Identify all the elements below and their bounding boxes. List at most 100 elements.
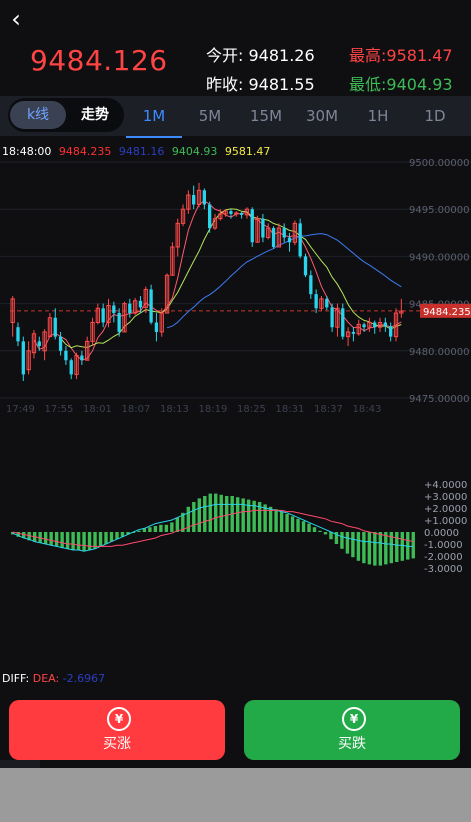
kline-y-tick-label: 9495.00000 (409, 205, 469, 216)
candle-body-down (261, 218, 265, 238)
macd-bar (98, 532, 103, 547)
macd-bar (395, 532, 399, 562)
candle-body-down (303, 256, 308, 276)
candle-body-down (309, 275, 313, 295)
macd-bar (290, 516, 295, 532)
candle-body-down (192, 195, 196, 205)
macd-bar (340, 532, 344, 549)
prev-close-label: 昨收: (206, 75, 244, 94)
candle-body-down (239, 212, 244, 215)
candle-body-down (69, 360, 73, 375)
macd-bar (71, 532, 75, 550)
macd-bar (400, 532, 404, 561)
candle-body-down (271, 228, 276, 247)
macd-bar (378, 532, 383, 566)
kline-x-tick-label: 18:25 (237, 404, 266, 415)
tab-kline[interactable]: k线 (10, 101, 66, 129)
tab-interval-1h[interactable]: 1H (350, 96, 406, 136)
macd-bar (60, 532, 64, 548)
candle-body-down (389, 326, 393, 337)
macd-bar (208, 493, 212, 532)
legend-time: 18:48:00 (2, 145, 52, 158)
candle-body-down (325, 298, 329, 308)
buy-up-label: 买涨 (103, 736, 131, 752)
macd-bar (65, 532, 70, 549)
macd-bar (285, 514, 289, 532)
macd-bar (192, 502, 196, 532)
kline-x-tick-label: 18:19 (199, 404, 228, 415)
low-label: 最低: (349, 75, 387, 94)
high-value: 9581.47 (386, 46, 453, 65)
diff-label: DIFF: (2, 672, 30, 685)
legend-value-1: 9484.235 (58, 145, 112, 158)
chart-mode-switch: k线 走势 (8, 98, 124, 132)
candle-body-down (362, 324, 366, 328)
candle-body-down (314, 294, 318, 309)
macd-y-tick-label: 0.0000 (424, 528, 459, 539)
macd-bar (43, 532, 48, 544)
back-chevron-left-icon[interactable]: ‹ (6, 6, 26, 32)
buy-down-button[interactable]: ¥ 买跌 (244, 700, 460, 760)
macd-bar (82, 532, 86, 552)
macd-bar (219, 494, 223, 532)
macd-bar (279, 511, 284, 532)
candle-body-down (330, 307, 334, 328)
app-screen: ‹ 9484.126 今开: 9481.26 昨收: 9481.55 最高:95… (0, 0, 471, 768)
candle-body-down (298, 223, 302, 257)
kline-x-tick-label: 17:55 (45, 404, 74, 415)
macd-bar (356, 532, 361, 561)
macd-y-tick-label: +3.0000 (424, 492, 467, 503)
tab-interval-1d[interactable]: 1D (406, 96, 464, 136)
legend-value-2: 9481.16 (118, 145, 165, 158)
bottom-strip (0, 760, 40, 768)
candle-body-down (80, 355, 84, 361)
tab-interval-5m[interactable]: 5M (182, 96, 238, 136)
kline-x-tick-label: 18:01 (83, 404, 112, 415)
candle-body-down (351, 331, 356, 334)
candle-body-down (128, 303, 132, 314)
candle-body-down (229, 211, 233, 214)
candle-body-down (341, 308, 345, 337)
macd-bar (197, 498, 201, 532)
tab-trend[interactable]: 走势 (68, 101, 122, 129)
buy-down-label: 买跌 (338, 736, 366, 752)
macd-bar (312, 527, 317, 532)
macd-bar (148, 527, 152, 532)
macd-bars (11, 493, 415, 566)
open-value: 9481.26 (248, 46, 315, 65)
macd-bar (373, 532, 377, 566)
candle-body-down (373, 322, 377, 328)
tab-interval-30m[interactable]: 30M (294, 96, 350, 136)
candlestick-chart[interactable]: 9500.000009495.000009490.000009485.00000… (0, 158, 471, 420)
kline-x-tick-label: 18:13 (160, 404, 189, 415)
yuan-coin-icon: ¥ (342, 707, 366, 731)
macd-bar (225, 496, 229, 532)
open-quote: 今开: 9481.26 (206, 42, 315, 66)
yuan-coin-icon: ¥ (107, 707, 131, 731)
macd-bar (345, 532, 350, 554)
macd-y-tick-label: +4.0000 (424, 480, 467, 491)
macd-y-tick-label: -1.0000 (424, 540, 463, 551)
macd-bar (203, 496, 207, 532)
macd-legend: DIFF: DEA: -2.6967 (2, 672, 105, 685)
macd-bar (241, 498, 245, 532)
macd-bar (296, 518, 300, 532)
macd-bar (76, 532, 81, 550)
macd-chart[interactable]: +4.0000+3.0000+2.0000+1.00000.0000-1.000… (0, 470, 471, 590)
candle-body-down (383, 322, 388, 327)
buy-up-button[interactable]: ¥ 买涨 (9, 700, 225, 760)
candle-body-down (21, 341, 25, 375)
tab-interval-15m[interactable]: 15M (238, 96, 294, 136)
dea-value: -2.6967 (62, 672, 106, 685)
macd-bar (351, 532, 355, 558)
macd-bar (214, 493, 218, 532)
kline-x-tick-label: 18:31 (276, 404, 305, 415)
macd-bar (274, 509, 278, 532)
legend-value-3: 9404.93 (171, 145, 218, 158)
tab-interval-1m[interactable]: 1M (126, 96, 182, 136)
macd-y-tick-label: -3.0000 (424, 564, 463, 575)
candle-body-down (53, 317, 57, 337)
macd-bar (301, 521, 306, 532)
candle-body-down (282, 228, 286, 238)
macd-bar (384, 532, 388, 565)
